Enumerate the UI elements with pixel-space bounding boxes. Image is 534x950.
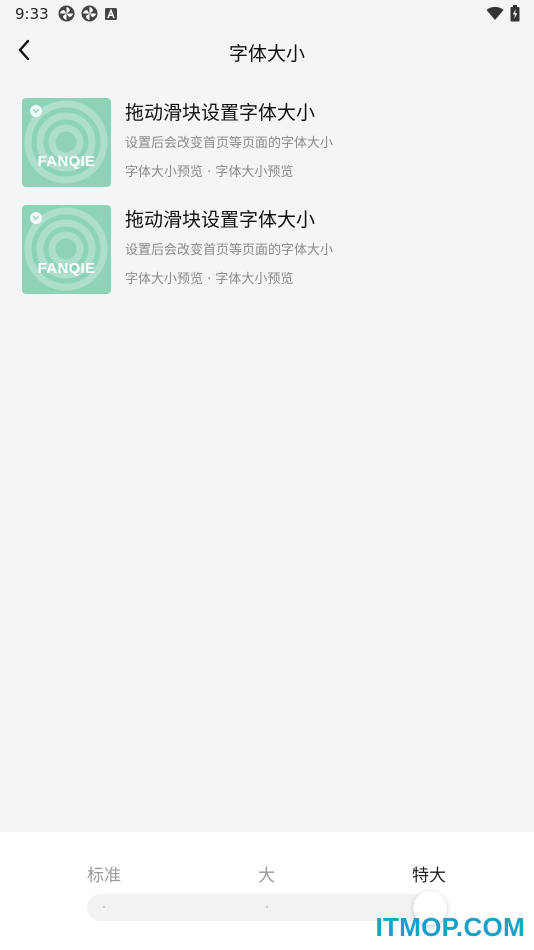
item-description: 设置后会改变首页等页面的字体大小	[125, 243, 334, 258]
slider-tick	[266, 906, 268, 908]
list-item: FANQIE 拖动滑块设置字体大小 设置后会改变首页等页面的字体大小 字体大小预…	[22, 205, 512, 295]
item-description: 设置后会改变首页等页面的字体大小	[125, 136, 334, 151]
book-cover-thumbnail: FANQIE	[22, 98, 111, 187]
wifi-icon	[486, 6, 504, 25]
pinwheel-icon	[58, 5, 75, 26]
item-meta: 字体大小预览 · 字体大小预览	[125, 272, 294, 287]
font-size-option-large[interactable]: 大	[258, 861, 275, 886]
status-icons-left	[58, 5, 118, 26]
status-time: 9:33	[15, 5, 49, 23]
cover-brand-text: FANQIE	[37, 153, 96, 170]
status-bar: 9:33	[0, 0, 534, 28]
status-icons-right	[486, 5, 520, 26]
font-size-option-extra-large[interactable]: 特大	[412, 861, 446, 886]
pinwheel-icon	[81, 5, 98, 26]
watermark: ITMOP.COM	[375, 912, 525, 942]
font-size-option-standard[interactable]: 标准	[87, 861, 121, 886]
app-bar: 字体大小	[0, 28, 534, 76]
font-size-panel: 标准 大 特大 ITMOP.COM	[0, 832, 534, 950]
preview-list: FANQIE 拖动滑块设置字体大小 设置后会改变首页等页面的字体大小 字体大小预…	[22, 98, 512, 312]
battery-charging-icon	[510, 5, 520, 26]
a-notification-icon	[104, 6, 118, 25]
page-title: 字体大小	[228, 43, 305, 65]
list-item: FANQIE 拖动滑块设置字体大小 设置后会改变首页等页面的字体大小 字体大小预…	[22, 98, 512, 188]
item-title: 拖动滑块设置字体大小	[125, 209, 316, 231]
slider-tick	[103, 906, 105, 908]
cover-brand-text: FANQIE	[37, 260, 96, 277]
book-cover-thumbnail: FANQIE	[22, 205, 111, 294]
item-title: 拖动滑块设置字体大小	[125, 102, 316, 124]
item-meta: 字体大小预览 · 字体大小预览	[125, 165, 294, 180]
